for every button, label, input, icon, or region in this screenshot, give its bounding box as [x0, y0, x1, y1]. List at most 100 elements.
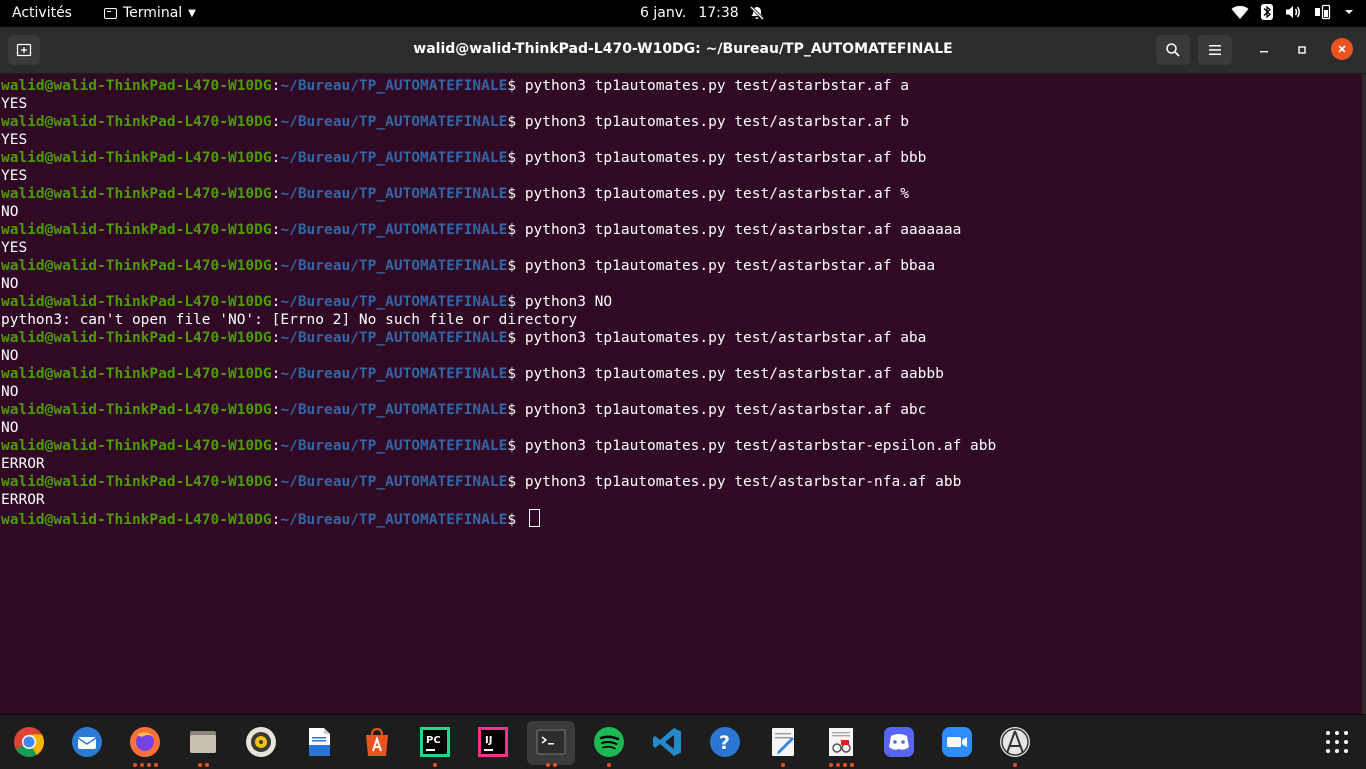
pycharm-icon: PC: [420, 727, 450, 757]
command-text: python3 tp1automates.py test/astarbstar.…: [524, 114, 909, 130]
running-dot: [781, 763, 785, 767]
command-text: python3 tp1automates.py test/astarbstar-…: [524, 474, 962, 490]
command-text: python3 tp1automates.py test/astarbstar.…: [524, 366, 944, 382]
running-indicator: [527, 763, 575, 767]
prompt-path: ~/Bureau/TP_AUTOMATEFINALE: [280, 258, 508, 274]
caret-down-icon: ▼: [188, 7, 196, 19]
dock-item-terminal[interactable]: [527, 721, 575, 767]
command-text: python3 tp1automates.py test/astarbstar.…: [524, 402, 927, 418]
text-editor-icon: [772, 728, 794, 756]
svg-text:?: ?: [719, 732, 730, 754]
svg-text:PC: PC: [426, 735, 441, 746]
terminal-output[interactable]: walid@walid-ThinkPad-L470-W10DG:~/Bureau…: [0, 74, 1362, 714]
terminal-output-line: NO: [1, 276, 19, 292]
prompt-user: walid@walid-ThinkPad-L470-W10DG: [1, 402, 272, 418]
terminal-command-line: walid@walid-ThinkPad-L470-W10DG:~/Bureau…: [1, 221, 996, 239]
running-indicator: [121, 763, 169, 767]
terminal-lines: walid@walid-ThinkPad-L470-W10DG:~/Bureau…: [1, 77, 996, 528]
search-icon: [1166, 43, 1180, 57]
dock-item-text-editor[interactable]: [759, 721, 807, 767]
terminal-command-line: walid@walid-ThinkPad-L470-W10DG:~/Bureau…: [1, 473, 996, 491]
hamburger-icon: [1209, 45, 1221, 55]
dock-item-vscode[interactable]: [643, 721, 691, 765]
prompt-dollar: $: [507, 78, 525, 94]
close-button[interactable]: [1331, 38, 1353, 60]
prompt-user: walid@walid-ThinkPad-L470-W10DG: [1, 78, 272, 94]
wifi-icon: [1231, 5, 1249, 19]
running-dot: [849, 763, 854, 767]
prompt-dollar: $: [507, 258, 525, 274]
activities-button[interactable]: Activités: [12, 5, 72, 21]
dock-item-thunderbird[interactable]: [63, 721, 111, 765]
bluetooth-icon: [1261, 4, 1273, 20]
text-cursor: [528, 509, 540, 527]
terminal-command-line: walid@walid-ThinkPad-L470-W10DG:~/Bureau…: [1, 293, 996, 311]
running-dot: [828, 763, 833, 767]
terminal-output-line: YES: [1, 168, 28, 184]
maximize-button[interactable]: [1292, 40, 1312, 60]
terminal-command-line: walid@walid-ThinkPad-L470-W10DG:~/Bureau…: [1, 509, 996, 528]
prompt-path: ~/Bureau/TP_AUTOMATEFINALE: [280, 438, 508, 454]
discord-icon: [884, 727, 914, 757]
terminal-icon: [536, 729, 566, 755]
svg-text:IJ: IJ: [485, 735, 492, 746]
dock-item-zoom[interactable]: [933, 721, 981, 765]
dock-item-anaconda[interactable]: [991, 721, 1039, 767]
terminal-command-line: walid@walid-ThinkPad-L470-W10DG:~/Bureau…: [1, 437, 996, 455]
search-button[interactable]: [1156, 35, 1190, 65]
prompt-user: walid@walid-ThinkPad-L470-W10DG: [1, 294, 272, 310]
help-icon: ?: [710, 727, 740, 757]
system-tray[interactable]: [1231, 4, 1354, 20]
dock-item-help[interactable]: ?: [701, 721, 749, 765]
terminal-output-line: ERROR: [1, 456, 45, 472]
command-text: python3 tp1automates.py test/astarbstar.…: [524, 222, 962, 238]
do-not-disturb-icon: [749, 5, 764, 21]
prompt-dollar: $: [507, 294, 525, 310]
dock-item-libreoffice-writer[interactable]: [295, 721, 343, 765]
clock[interactable]: 6 janv. 17:38: [640, 5, 765, 21]
top-bar: Activités Terminal ▼ 6 janv. 17:38: [0, 0, 1366, 27]
dock-item-software[interactable]: [353, 721, 401, 765]
dock-item-document-viewer[interactable]: [817, 721, 865, 767]
prompt-user: walid@walid-ThinkPad-L470-W10DG: [1, 222, 272, 238]
dock-item-show-applications[interactable]: [1313, 721, 1361, 765]
minimize-button[interactable]: [1254, 40, 1274, 60]
running-dot: [607, 763, 611, 767]
prompt-user: walid@walid-ThinkPad-L470-W10DG: [1, 186, 272, 202]
terminal-output-line: NO: [1, 384, 19, 400]
prompt-path: ~/Bureau/TP_AUTOMATEFINALE: [280, 222, 508, 238]
dock-item-chrome[interactable]: [5, 721, 53, 765]
terminal-command-line: walid@walid-ThinkPad-L470-W10DG:~/Bureau…: [1, 257, 996, 275]
dock-item-pycharm[interactable]: PC: [411, 721, 459, 767]
dock-item-spotify[interactable]: [585, 721, 633, 767]
terminal-output-line: NO: [1, 204, 19, 220]
prompt-user: walid@walid-ThinkPad-L470-W10DG: [1, 512, 272, 528]
command-text: python3 tp1automates.py test/astarbstar.…: [524, 186, 909, 202]
dock-item-intellij[interactable]: IJ: [469, 721, 517, 765]
dock-item-rhythmbox[interactable]: [237, 721, 285, 765]
running-dot: [433, 763, 437, 767]
dock-item-discord[interactable]: [875, 721, 923, 765]
prompt-dollar: $: [507, 438, 525, 454]
document-viewer-icon: [829, 728, 853, 756]
prompt-path: ~/Bureau/TP_AUTOMATEFINALE: [280, 512, 508, 528]
volume-icon: [1286, 6, 1300, 18]
writer-icon: [309, 728, 330, 756]
prompt-path: ~/Bureau/TP_AUTOMATEFINALE: [280, 474, 508, 490]
clock-date: 6 janv.: [640, 5, 687, 21]
vscode-icon: [653, 728, 681, 756]
command-text: python3 tp1automates.py test/astarbstar.…: [524, 258, 936, 274]
running-dot: [132, 763, 137, 767]
prompt-user: walid@walid-ThinkPad-L470-W10DG: [1, 114, 272, 130]
dock-item-files[interactable]: [179, 721, 227, 767]
terminal-output-line: YES: [1, 132, 28, 148]
hamburger-menu-button[interactable]: [1198, 35, 1232, 65]
running-indicator: [585, 763, 633, 767]
prompt-user: walid@walid-ThinkPad-L470-W10DG: [1, 150, 272, 166]
dock-item-firefox[interactable]: [121, 721, 169, 767]
terminal-scrollbar[interactable]: [1362, 74, 1366, 714]
running-indicator: [991, 763, 1039, 767]
prompt-user: walid@walid-ThinkPad-L470-W10DG: [1, 258, 272, 274]
chrome-icon: [14, 727, 45, 758]
app-menu[interactable]: Terminal ▼: [104, 5, 196, 21]
